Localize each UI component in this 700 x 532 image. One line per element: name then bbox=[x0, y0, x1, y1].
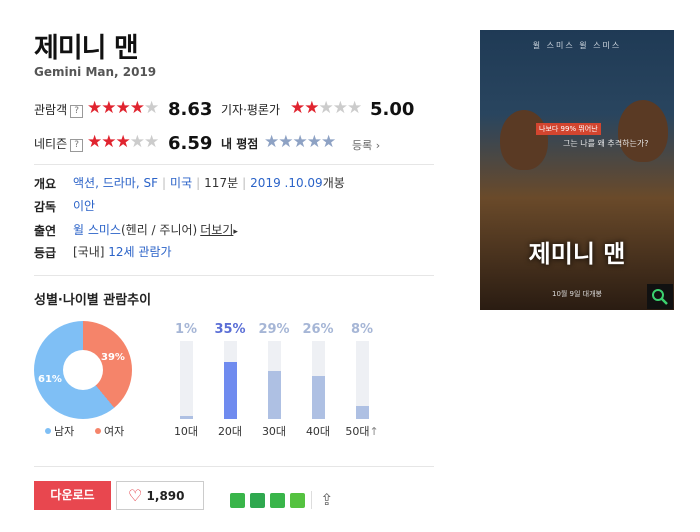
age-pct: 8% bbox=[350, 322, 374, 337]
help-icon[interactable]: ? bbox=[70, 105, 84, 118]
age-bar-track bbox=[268, 341, 281, 419]
age-label: 40대 bbox=[305, 425, 331, 438]
age-bar-track bbox=[356, 341, 369, 419]
legend-male: 남자 bbox=[45, 423, 74, 439]
movie-title: 제미니 맨 bbox=[34, 33, 139, 64]
heart-icon: ♡ bbox=[128, 486, 143, 505]
critics-score: 5.00 bbox=[370, 99, 415, 120]
critics-stars: ★★★★★ bbox=[290, 98, 362, 118]
audience-rating-label: 관람객? bbox=[34, 101, 84, 118]
cast-values: 윌 스미스(헨리 / 주니어) 더보기▸ bbox=[73, 221, 238, 238]
grade-link[interactable]: 12세 관람가 bbox=[108, 245, 171, 259]
overview-values: 액션, 드라마, SF | 미국 | 117분 | 2019 .10.09개봉 bbox=[73, 176, 345, 190]
more-link[interactable]: 더보기 bbox=[200, 223, 233, 237]
age-pct: 29% bbox=[258, 322, 290, 337]
age-bar bbox=[268, 371, 281, 419]
age-label: 20대 bbox=[217, 425, 243, 438]
poster-top-text: 윌 스미스 윌 스미스 bbox=[532, 41, 622, 50]
poster-date: 10월 9일 대개봉 bbox=[551, 290, 602, 298]
audience-stars: ★★★★★ bbox=[87, 98, 159, 118]
other-icon[interactable] bbox=[290, 493, 305, 508]
my-rating-label: 내 평점 bbox=[221, 137, 259, 151]
netizen-score: 6.59 bbox=[168, 133, 213, 154]
download-button[interactable]: 다운로드 bbox=[34, 481, 111, 510]
netizen-stars: ★★★★★ bbox=[87, 132, 159, 152]
poster-question: 그는 나를 왜 추격하는가? bbox=[563, 139, 649, 148]
register-rating-link[interactable]: 등록 › bbox=[352, 137, 380, 153]
poster-title: 제미니 맨 bbox=[528, 240, 626, 268]
age-bar-track bbox=[312, 341, 325, 419]
age-label: 30대 bbox=[261, 425, 287, 438]
poster-face-left bbox=[500, 110, 548, 170]
grade-values: [국내] 12세 관람가 bbox=[73, 243, 172, 260]
netizen-rating-label: 네티즌? bbox=[34, 135, 84, 152]
male-pct: 61% bbox=[38, 374, 62, 385]
cast-link[interactable]: 윌 스미스 bbox=[73, 223, 121, 237]
age-pct: 1% bbox=[174, 322, 198, 337]
share-icon[interactable]: ⇪ bbox=[320, 490, 333, 509]
divider bbox=[34, 466, 434, 467]
help-icon[interactable]: ? bbox=[70, 139, 84, 152]
age-label: 10대 bbox=[173, 425, 199, 438]
release-suffix: 개봉 bbox=[322, 176, 345, 190]
age-bar-track bbox=[224, 341, 237, 419]
audience-score: 8.63 bbox=[168, 99, 213, 120]
zoom-button[interactable] bbox=[647, 284, 673, 309]
grade-prefix: [국내] bbox=[73, 245, 105, 259]
age-bar bbox=[224, 362, 237, 419]
donut-hole bbox=[63, 350, 103, 390]
like-count: 1,890 bbox=[146, 489, 185, 503]
cast-role: (헨리 / 주니어) bbox=[120, 223, 198, 237]
divider bbox=[34, 275, 434, 276]
poster-credits bbox=[490, 270, 664, 284]
director-link[interactable]: 이안 bbox=[73, 197, 95, 214]
like-button[interactable]: ♡ 1,890 bbox=[116, 481, 204, 510]
genres-link[interactable]: 액션, 드라마, SF bbox=[73, 176, 158, 190]
age-bar bbox=[180, 416, 193, 419]
grade-label: 등급 bbox=[34, 246, 57, 260]
cast-label: 출연 bbox=[34, 224, 57, 238]
age-pct: 26% bbox=[302, 322, 334, 337]
movie-poster[interactable]: 윌 스미스 윌 스미스 나보다 99% 뛰어난 그는 나를 왜 추격하는가? 제… bbox=[480, 30, 674, 310]
search-icon bbox=[652, 289, 668, 305]
age-bar bbox=[312, 376, 325, 419]
trend-title: 성별·나이별 관람추이 bbox=[34, 293, 152, 308]
director-label: 감독 bbox=[34, 200, 57, 214]
runtime: 117분 bbox=[204, 176, 239, 190]
poster-tag: 나보다 99% 뛰어난 bbox=[536, 123, 601, 135]
legend-female: 여자 bbox=[95, 423, 124, 439]
age-label: 50대↑ bbox=[345, 425, 379, 438]
poster-face-right bbox=[618, 100, 668, 162]
divider bbox=[311, 491, 312, 509]
overview-label: 개요 bbox=[34, 177, 57, 191]
release-link[interactable]: 2019 .10.09 bbox=[250, 176, 323, 190]
bookmark-icon[interactable] bbox=[270, 493, 285, 508]
age-pct: 35% bbox=[214, 322, 246, 337]
female-pct: 39% bbox=[101, 352, 125, 363]
blog-icon[interactable] bbox=[230, 493, 245, 508]
country-link[interactable]: 미국 bbox=[170, 176, 192, 190]
my-rating-stars[interactable]: ★★★★★ bbox=[264, 134, 336, 151]
age-bar-track bbox=[180, 341, 193, 419]
me2-icon[interactable] bbox=[250, 493, 265, 508]
movie-subtitle: Gemini Man, 2019 bbox=[34, 65, 157, 79]
divider bbox=[34, 164, 434, 165]
age-bar bbox=[356, 406, 369, 419]
critics-rating-label: 기자·평론가 bbox=[221, 103, 281, 117]
chevron-right-icon: ▸ bbox=[233, 227, 238, 237]
